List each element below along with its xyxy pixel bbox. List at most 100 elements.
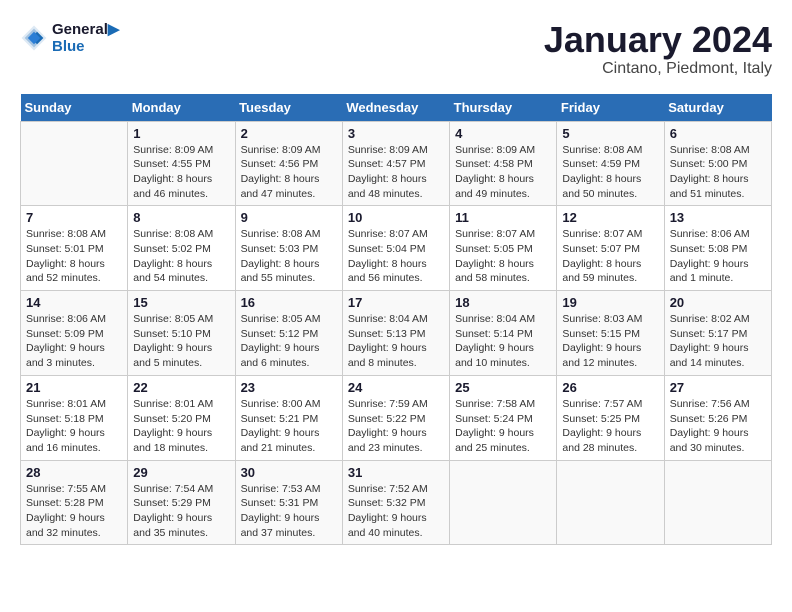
day-cell: 25 Sunrise: 7:58 AM Sunset: 5:24 PM Dayli…	[450, 375, 557, 460]
day-cell: 5 Sunrise: 8:08 AM Sunset: 4:59 PM Daylig…	[557, 121, 664, 206]
day-info: Sunrise: 8:05 AM Sunset: 5:12 PM Dayligh…	[241, 312, 337, 371]
day-cell: 3 Sunrise: 8:09 AM Sunset: 4:57 PM Daylig…	[342, 121, 449, 206]
day-number: 20	[670, 295, 766, 310]
day-info: Sunrise: 8:03 AM Sunset: 5:15 PM Dayligh…	[562, 312, 658, 371]
day-cell: 18 Sunrise: 8:04 AM Sunset: 5:14 PM Dayli…	[450, 291, 557, 376]
location: Cintano, Piedmont, Italy	[544, 60, 772, 78]
day-number: 14	[26, 295, 122, 310]
day-cell: 10 Sunrise: 8:07 AM Sunset: 5:04 PM Dayli…	[342, 206, 449, 291]
day-number: 4	[455, 126, 551, 141]
day-number: 13	[670, 210, 766, 225]
day-cell: 2Sunrise: 8:09 AM Sunset: 4:56 PM Daylig…	[235, 121, 342, 206]
day-info: Sunrise: 8:08 AM Sunset: 5:03 PM Dayligh…	[241, 227, 337, 286]
day-cell: 26 Sunrise: 7:57 AM Sunset: 5:25 PM Dayli…	[557, 375, 664, 460]
title-block: January 2024 Cintano, Piedmont, Italy	[544, 20, 772, 78]
week-row-5: 28Sunrise: 7:55 AM Sunset: 5:28 PM Dayli…	[21, 460, 772, 545]
day-info: Sunrise: 8:07 AM Sunset: 5:04 PM Dayligh…	[348, 227, 444, 286]
day-info: Sunrise: 8:08 AM Sunset: 4:59 PM Dayligh…	[562, 143, 658, 202]
day-number: 3	[348, 126, 444, 141]
header-friday: Friday	[557, 94, 664, 122]
day-cell: 23 Sunrise: 8:00 AM Sunset: 5:21 PM Dayli…	[235, 375, 342, 460]
day-info: Sunrise: 8:09 AM Sunset: 4:55 PM Dayligh…	[133, 143, 229, 202]
day-info: Sunrise: 7:52 AM Sunset: 5:32 PM Dayligh…	[348, 482, 444, 541]
calendar-table: SundayMondayTuesdayWednesdayThursdayFrid…	[20, 94, 772, 546]
day-cell: 4 Sunrise: 8:09 AM Sunset: 4:58 PM Daylig…	[450, 121, 557, 206]
day-cell: 15 Sunrise: 8:05 AM Sunset: 5:10 PM Dayli…	[128, 291, 235, 376]
day-number: 10	[348, 210, 444, 225]
header-wednesday: Wednesday	[342, 94, 449, 122]
day-number: 7	[26, 210, 122, 225]
day-cell: 27 Sunrise: 7:56 AM Sunset: 5:26 PM Dayli…	[664, 375, 771, 460]
day-cell: 8 Sunrise: 8:08 AM Sunset: 5:02 PM Daylig…	[128, 206, 235, 291]
day-info: Sunrise: 8:09 AM Sunset: 4:56 PM Dayligh…	[241, 143, 337, 202]
day-cell: 12 Sunrise: 8:07 AM Sunset: 5:07 PM Dayli…	[557, 206, 664, 291]
week-row-4: 21 Sunrise: 8:01 AM Sunset: 5:18 PM Dayli…	[21, 375, 772, 460]
day-number: 22	[133, 380, 229, 395]
day-cell: 19Sunrise: 8:03 AM Sunset: 5:15 PM Dayli…	[557, 291, 664, 376]
day-info: Sunrise: 8:04 AM Sunset: 5:14 PM Dayligh…	[455, 312, 551, 371]
day-info: Sunrise: 8:04 AM Sunset: 5:13 PM Dayligh…	[348, 312, 444, 371]
day-cell	[21, 121, 128, 206]
day-number: 29	[133, 465, 229, 480]
day-info: Sunrise: 7:57 AM Sunset: 5:25 PM Dayligh…	[562, 397, 658, 456]
day-info: Sunrise: 8:07 AM Sunset: 5:05 PM Dayligh…	[455, 227, 551, 286]
day-info: Sunrise: 7:54 AM Sunset: 5:29 PM Dayligh…	[133, 482, 229, 541]
day-cell: 1Sunrise: 8:09 AM Sunset: 4:55 PM Daylig…	[128, 121, 235, 206]
day-cell: 30Sunrise: 7:53 AM Sunset: 5:31 PM Dayli…	[235, 460, 342, 545]
day-info: Sunrise: 8:02 AM Sunset: 5:17 PM Dayligh…	[670, 312, 766, 371]
day-cell: 13Sunrise: 8:06 AM Sunset: 5:08 PM Dayli…	[664, 206, 771, 291]
day-cell: 22 Sunrise: 8:01 AM Sunset: 5:20 PM Dayli…	[128, 375, 235, 460]
day-number: 26	[562, 380, 658, 395]
day-number: 18	[455, 295, 551, 310]
day-info: Sunrise: 7:59 AM Sunset: 5:22 PM Dayligh…	[348, 397, 444, 456]
day-number: 24	[348, 380, 444, 395]
day-number: 16	[241, 295, 337, 310]
day-cell: 17Sunrise: 8:04 AM Sunset: 5:13 PM Dayli…	[342, 291, 449, 376]
day-cell: 14Sunrise: 8:06 AM Sunset: 5:09 PM Dayli…	[21, 291, 128, 376]
header-monday: Monday	[128, 94, 235, 122]
logo-text: General▶ Blue	[52, 20, 119, 55]
day-number: 25	[455, 380, 551, 395]
day-number: 21	[26, 380, 122, 395]
day-number: 5	[562, 126, 658, 141]
day-number: 6	[670, 126, 766, 141]
week-row-2: 7 Sunrise: 8:08 AM Sunset: 5:01 PM Daylig…	[21, 206, 772, 291]
day-cell: 21 Sunrise: 8:01 AM Sunset: 5:18 PM Dayli…	[21, 375, 128, 460]
header-tuesday: Tuesday	[235, 94, 342, 122]
day-cell: 28Sunrise: 7:55 AM Sunset: 5:28 PM Dayli…	[21, 460, 128, 545]
day-cell	[557, 460, 664, 545]
day-number: 31	[348, 465, 444, 480]
header-saturday: Saturday	[664, 94, 771, 122]
day-number: 28	[26, 465, 122, 480]
page-header: General▶ Blue January 2024 Cintano, Pied…	[20, 20, 772, 78]
day-info: Sunrise: 8:09 AM Sunset: 4:58 PM Dayligh…	[455, 143, 551, 202]
day-number: 15	[133, 295, 229, 310]
day-info: Sunrise: 8:08 AM Sunset: 5:00 PM Dayligh…	[670, 143, 766, 202]
day-number: 30	[241, 465, 337, 480]
day-info: Sunrise: 8:00 AM Sunset: 5:21 PM Dayligh…	[241, 397, 337, 456]
day-cell: 6 Sunrise: 8:08 AM Sunset: 5:00 PM Daylig…	[664, 121, 771, 206]
day-number: 8	[133, 210, 229, 225]
day-cell: 11Sunrise: 8:07 AM Sunset: 5:05 PM Dayli…	[450, 206, 557, 291]
day-info: Sunrise: 8:09 AM Sunset: 4:57 PM Dayligh…	[348, 143, 444, 202]
day-number: 23	[241, 380, 337, 395]
week-row-3: 14Sunrise: 8:06 AM Sunset: 5:09 PM Dayli…	[21, 291, 772, 376]
day-number: 12	[562, 210, 658, 225]
day-cell	[450, 460, 557, 545]
day-info: Sunrise: 7:56 AM Sunset: 5:26 PM Dayligh…	[670, 397, 766, 456]
logo: General▶ Blue	[20, 20, 119, 55]
day-cell: 31 Sunrise: 7:52 AM Sunset: 5:32 PM Dayli…	[342, 460, 449, 545]
day-info: Sunrise: 8:05 AM Sunset: 5:10 PM Dayligh…	[133, 312, 229, 371]
day-number: 9	[241, 210, 337, 225]
day-info: Sunrise: 8:01 AM Sunset: 5:18 PM Dayligh…	[26, 397, 122, 456]
day-info: Sunrise: 8:08 AM Sunset: 5:01 PM Dayligh…	[26, 227, 122, 286]
day-info: Sunrise: 8:08 AM Sunset: 5:02 PM Dayligh…	[133, 227, 229, 286]
day-cell: 7 Sunrise: 8:08 AM Sunset: 5:01 PM Daylig…	[21, 206, 128, 291]
day-number: 27	[670, 380, 766, 395]
day-cell: 29 Sunrise: 7:54 AM Sunset: 5:29 PM Dayli…	[128, 460, 235, 545]
day-info: Sunrise: 8:01 AM Sunset: 5:20 PM Dayligh…	[133, 397, 229, 456]
week-row-1: 1Sunrise: 8:09 AM Sunset: 4:55 PM Daylig…	[21, 121, 772, 206]
day-info: Sunrise: 7:58 AM Sunset: 5:24 PM Dayligh…	[455, 397, 551, 456]
day-info: Sunrise: 8:07 AM Sunset: 5:07 PM Dayligh…	[562, 227, 658, 286]
calendar-header-row: SundayMondayTuesdayWednesdayThursdayFrid…	[21, 94, 772, 122]
